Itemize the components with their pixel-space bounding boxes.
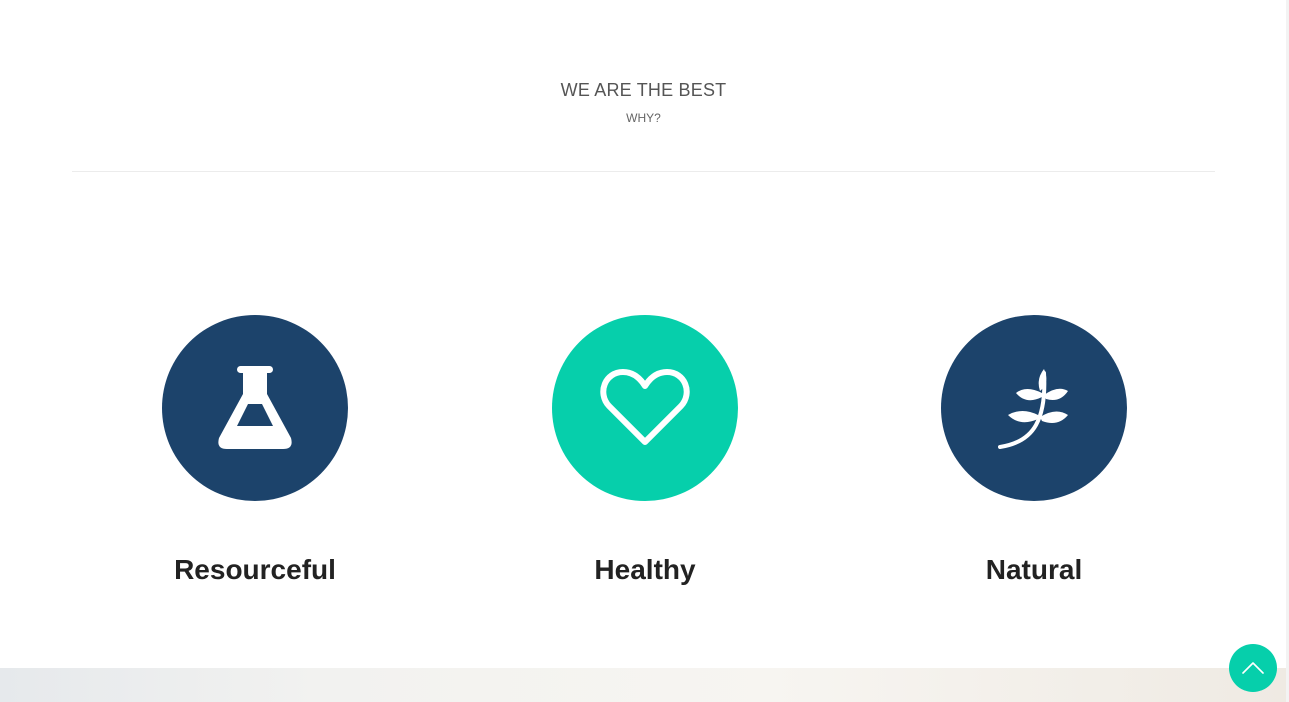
next-section-background: [0, 668, 1286, 702]
section-header: WE ARE THE BEST WHY?: [0, 78, 1287, 126]
flask-icon: [218, 366, 292, 449]
feature-natural: Natural: [884, 315, 1184, 587]
section-title: WE ARE THE BEST: [560, 80, 727, 100]
feature-circle: [552, 315, 738, 501]
feature-circle: [941, 315, 1127, 501]
leaf-branch-icon: [998, 369, 1068, 449]
section-divider: [72, 171, 1215, 172]
feature-circle: [162, 315, 348, 501]
section-subtitle: WHY?: [626, 111, 661, 125]
page: WE ARE THE BEST WHY? Resourceful Healthy: [0, 0, 1289, 702]
feature-title: Healthy: [594, 554, 696, 585]
scroll-to-top-button[interactable]: [1229, 644, 1277, 692]
chevron-up-icon: [1242, 662, 1264, 674]
feature-title: Resourceful: [174, 554, 336, 585]
feature-title: Natural: [985, 554, 1083, 585]
feature-resourceful: Resourceful: [105, 315, 405, 587]
feature-healthy: Healthy: [495, 315, 795, 587]
heart-icon: [600, 369, 690, 445]
